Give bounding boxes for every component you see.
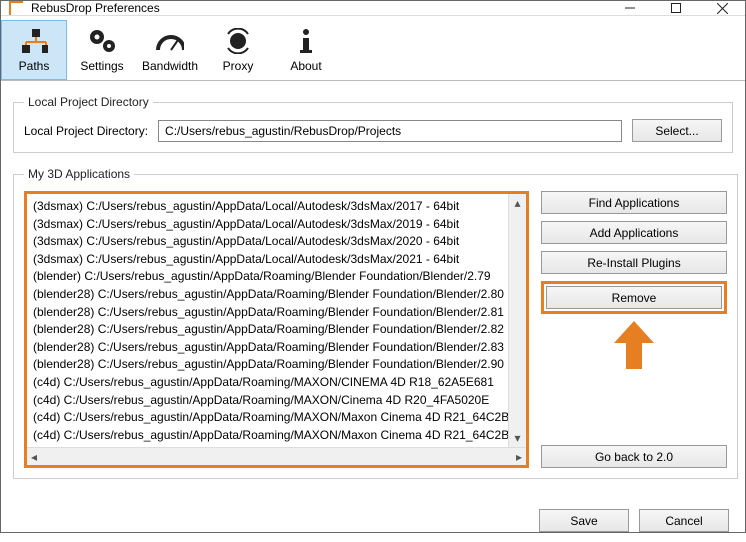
add-applications-button[interactable]: Add Applications [541,221,727,244]
list-item[interactable]: (c4d) C:/Users/rebus_agustin/AppData/Roa… [33,374,502,392]
network-icon [20,27,48,55]
list-item[interactable]: (blender28) C:/Users/rebus_agustin/AppDa… [33,304,502,322]
tab-label: Settings [80,59,123,73]
list-item[interactable]: (3dsmax) C:/Users/rebus_agustin/AppData/… [33,216,502,234]
dialog-footer: Save Cancel [1,499,745,542]
tab-label: About [290,59,321,73]
list-item[interactable]: (3dsmax) C:/Users/rebus_agustin/AppData/… [33,198,502,216]
applications-list-highlight: (3dsmax) C:/Users/rebus_agustin/AppData/… [24,191,529,468]
remove-button[interactable]: Remove [546,286,722,309]
list-item[interactable]: (c4d) C:/Users/rebus_agustin/AppData/Roa… [33,409,502,427]
globe-arrows-icon [224,27,252,55]
vertical-scrollbar[interactable]: ▴ ▾ [508,194,526,447]
callout-arrow-icon [612,319,656,374]
gears-icon [88,27,116,55]
window-title: RebusDrop Preferences [31,1,607,15]
field-label: Local Project Directory: [24,124,148,138]
minimize-button[interactable] [607,1,653,15]
remove-button-highlight: Remove [541,281,727,314]
group-label: My 3D Applications [24,167,134,181]
list-item[interactable]: (blender28) C:/Users/rebus_agustin/AppDa… [33,286,502,304]
scroll-left-icon[interactable]: ◂ [31,450,37,464]
tab-about[interactable]: About [273,20,339,80]
gauge-icon [156,27,184,55]
app-icon [9,1,23,15]
scroll-up-icon[interactable]: ▴ [509,194,526,212]
save-button[interactable]: Save [539,509,629,532]
local-project-group: Local Project Directory Local Project Di… [13,95,733,153]
list-item[interactable]: (blender28) C:/Users/rebus_agustin/AppDa… [33,356,502,374]
find-applications-button[interactable]: Find Applications [541,191,727,214]
reinstall-plugins-button[interactable]: Re-Install Plugins [541,251,727,274]
go-back-button[interactable]: Go back to 2.0 [541,445,727,468]
preferences-window: RebusDrop Preferences Paths Settings Ban… [0,0,746,533]
list-item[interactable]: (blender28) C:/Users/rebus_agustin/AppDa… [33,339,502,357]
toolbar: Paths Settings Bandwidth Proxy About [1,16,745,81]
close-button[interactable] [699,1,745,15]
applications-list[interactable]: (3dsmax) C:/Users/rebus_agustin/AppData/… [27,194,508,447]
maximize-button[interactable] [653,1,699,15]
tab-paths[interactable]: Paths [1,20,67,80]
info-icon [292,27,320,55]
tab-label: Paths [19,59,50,73]
list-item[interactable]: (3dsmax) C:/Users/rebus_agustin/AppData/… [33,251,502,269]
select-button[interactable]: Select... [632,119,722,142]
list-item[interactable]: (c4d) C:/Users/rebus_agustin/AppData/Roa… [33,427,502,445]
local-project-path-input[interactable] [158,120,622,142]
group-label: Local Project Directory [24,95,153,109]
list-item[interactable]: (blender28) C:/Users/rebus_agustin/AppDa… [33,321,502,339]
my-3d-applications-group: My 3D Applications (3dsmax) C:/Users/reb… [13,167,738,479]
tab-label: Proxy [223,59,254,73]
tab-settings[interactable]: Settings [69,20,135,80]
tab-bandwidth[interactable]: Bandwidth [137,20,203,80]
horizontal-scrollbar[interactable]: ◂ ▸ [27,447,526,465]
list-item[interactable]: (c4d) C:/Users/rebus_agustin/AppData/Roa… [33,392,502,410]
titlebar: RebusDrop Preferences [1,1,745,16]
tab-label: Bandwidth [142,59,198,73]
tab-proxy[interactable]: Proxy [205,20,271,80]
scroll-down-icon[interactable]: ▾ [509,429,526,447]
cancel-button[interactable]: Cancel [639,509,729,532]
list-item[interactable]: (3dsmax) C:/Users/rebus_agustin/AppData/… [33,233,502,251]
list-item[interactable]: (blender) C:/Users/rebus_agustin/AppData… [33,268,502,286]
scroll-right-icon[interactable]: ▸ [516,450,522,464]
